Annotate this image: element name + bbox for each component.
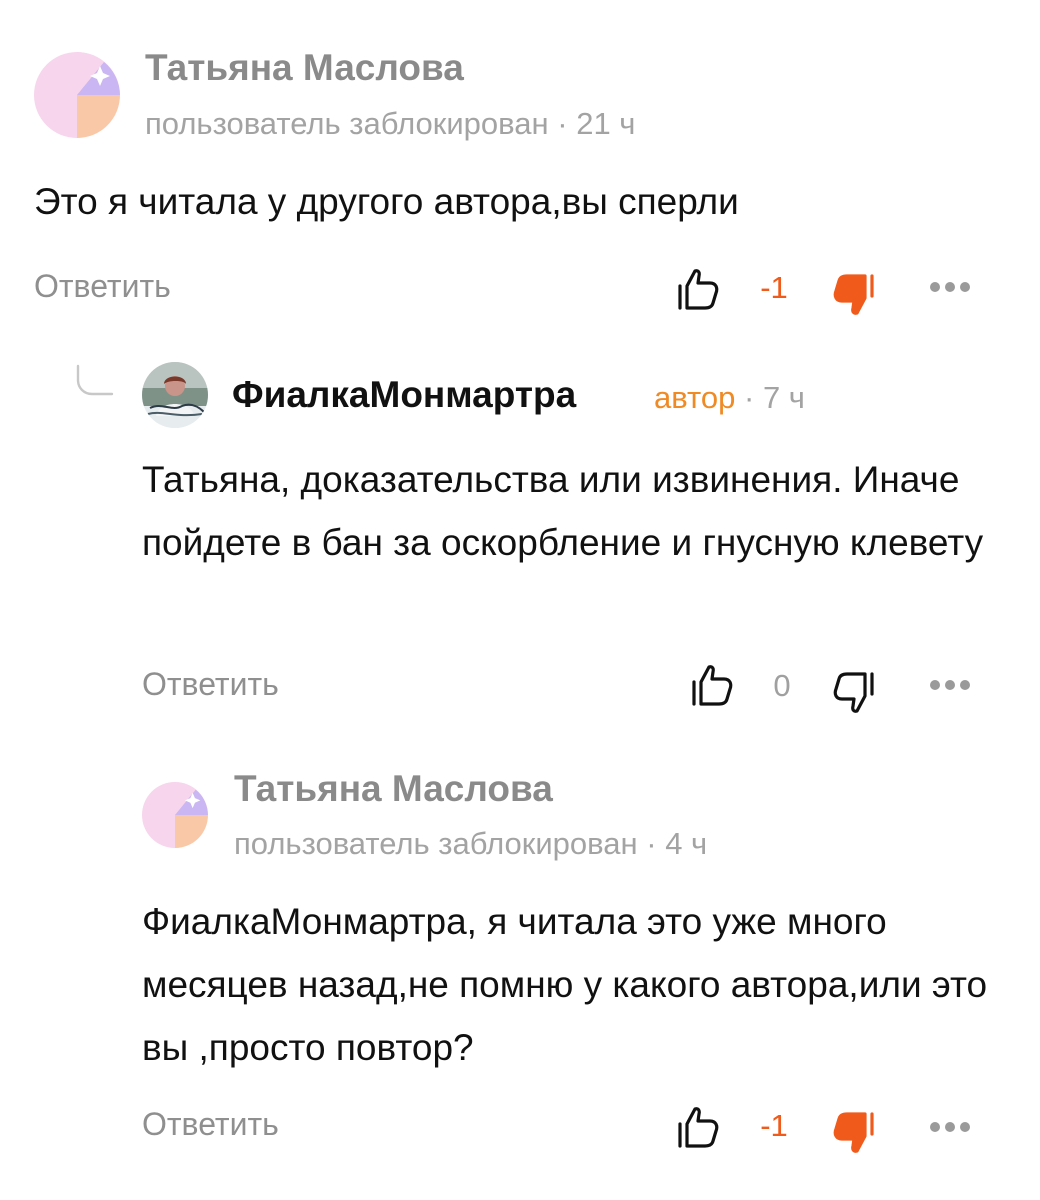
user-status: пользователь заблокирован: [234, 826, 638, 861]
blocked-user-avatar-icon: [142, 782, 208, 848]
reply-button[interactable]: Ответить: [142, 1106, 279, 1143]
comment-3: Татьяна Маслова пользователь заблокирова…: [0, 0, 1040, 1200]
comment-text: ФиалкаМонмартра, я читала это уже много …: [142, 901, 988, 1068]
comment-meta: пользователь заблокирован · 4 ч: [234, 826, 707, 862]
like-icon[interactable]: [676, 1104, 722, 1150]
author-name[interactable]: Татьяна Маслова: [234, 768, 553, 810]
separator: ·: [646, 826, 657, 861]
more-icon[interactable]: [928, 1120, 972, 1139]
dislike-icon[interactable]: [830, 1110, 876, 1156]
rating-score: -1: [760, 1108, 788, 1143]
comment-time: 4 ч: [665, 826, 708, 861]
avatar[interactable]: [142, 782, 208, 848]
